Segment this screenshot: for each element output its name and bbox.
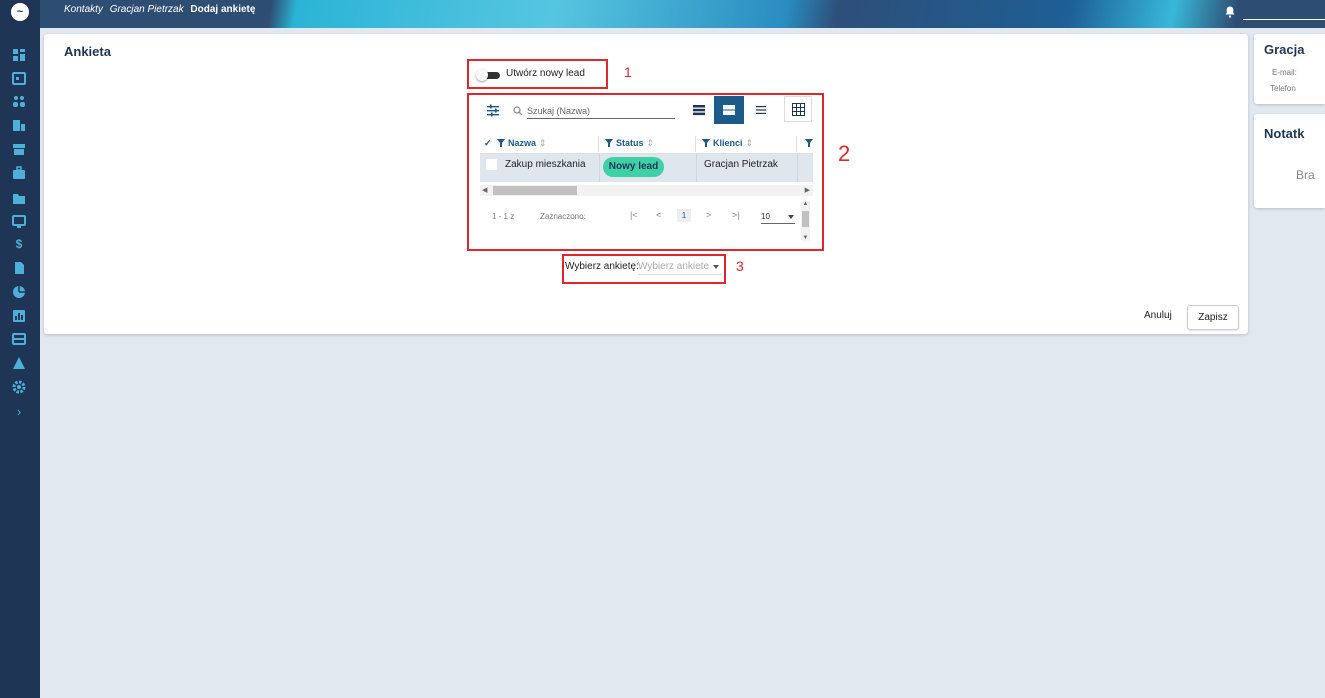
bar-chart-icon[interactable] <box>12 309 26 323</box>
cancel-button[interactable]: Anuluj <box>1144 310 1172 321</box>
column-header-klienci[interactable]: Klienci ⇕ <box>696 134 797 154</box>
dashboard-icon[interactable] <box>12 48 26 62</box>
folder-icon[interactable] <box>12 191 26 205</box>
column-filter-icon[interactable] <box>497 135 505 147</box>
table-header: ✓ Nazwa ⇕ Status ⇕ Klienci ⇕ <box>480 134 813 154</box>
horizontal-scrollbar[interactable]: ◀ ▶ <box>480 185 813 196</box>
survey-select-label: Wybierz ankietę: <box>565 261 639 272</box>
pagination: 1 - 1 z Zaznaczono: |< < 1 > >| 10 <box>480 206 800 230</box>
column-label-klienci: Klienci <box>713 138 743 148</box>
column-label-nazwa: Nazwa <box>508 138 537 148</box>
card-title: Ankieta <box>64 44 111 59</box>
breadcrumb-contacts[interactable]: Kontakty <box>64 4 103 15</box>
breadcrumb-current: Dodaj ankietę <box>190 4 256 15</box>
scroll-down-icon[interactable]: ▼ <box>801 235 810 241</box>
scroll-left-icon[interactable]: ◀ <box>482 185 487 196</box>
calendar-icon[interactable] <box>12 71 26 85</box>
column-header-more[interactable] <box>805 134 813 154</box>
briefcase-icon[interactable] <box>12 166 26 180</box>
select-all-check-icon[interactable]: ✓ <box>484 134 496 154</box>
dollar-icon[interactable]: $ <box>12 237 26 251</box>
pagination-count: 1 - 1 z <box>492 212 515 221</box>
store-icon[interactable] <box>12 142 26 156</box>
warning-icon[interactable] <box>12 356 26 370</box>
density-comfortable-button[interactable] <box>746 96 776 124</box>
column-header-nazwa[interactable]: Nazwa ⇕ <box>497 134 599 154</box>
notes-panel: Notatk Bra <box>1254 114 1325 208</box>
top-search-field[interactable] <box>1243 4 1325 20</box>
document-icon[interactable] <box>12 261 26 275</box>
column-header-status[interactable]: Status ⇕ <box>599 134 696 154</box>
page-size-value: 10 <box>761 212 770 221</box>
save-button[interactable]: Zapisz <box>1187 305 1239 330</box>
chevron-down-icon[interactable] <box>713 265 719 269</box>
company-icon[interactable] <box>12 118 26 132</box>
breadcrumb: Kontakty Gracjan Pietrzak Dodaj ankietę <box>64 4 259 15</box>
column-filter-icon[interactable] <box>805 135 813 147</box>
grid-view-button[interactable] <box>784 96 812 122</box>
sidebar: ~ $ › <box>0 0 40 698</box>
density-compact-button[interactable] <box>684 96 714 124</box>
monitor-icon[interactable] <box>12 214 26 228</box>
status-badge: Nowy lead <box>603 157 664 177</box>
grid-search-input[interactable] <box>527 101 675 119</box>
settings-gear-icon[interactable] <box>12 380 26 394</box>
sort-icon[interactable]: ⇕ <box>746 138 754 148</box>
column-filter-icon[interactable] <box>702 135 710 147</box>
create-lead-toggle[interactable] <box>476 69 500 81</box>
pie-chart-icon[interactable] <box>12 285 26 299</box>
last-page-icon[interactable]: >| <box>732 210 740 220</box>
page-size-select[interactable]: 10 <box>761 212 795 224</box>
sort-icon[interactable]: ⇕ <box>647 138 655 148</box>
notes-empty-text: Bra <box>1296 168 1315 182</box>
cell-klienci: Gracjan Pietrzak <box>704 159 778 170</box>
pagination-selected: Zaznaczono: <box>540 212 586 221</box>
scroll-up-icon[interactable]: ▲ <box>801 201 810 207</box>
contact-email-label: E-mail: <box>1272 68 1297 77</box>
expand-sidebar-icon[interactable]: › <box>12 405 26 419</box>
contacts-icon[interactable] <box>12 94 26 108</box>
survey-select[interactable]: Wybierz ankiete <box>638 261 709 272</box>
cell-nazwa: Zakup mieszkania <box>505 159 586 170</box>
chevron-down-icon <box>788 215 794 219</box>
density-standard-button[interactable] <box>714 96 744 124</box>
toggle-thumb <box>476 69 488 81</box>
survey-card: Ankieta 1 Utwórz nowy lead 2 ✓ Nazwa⇕ St… <box>44 34 1248 334</box>
horizontal-scroll-thumb[interactable] <box>493 186 577 195</box>
annotation-number-1: 1 <box>624 64 632 80</box>
vertical-scrollbar[interactable]: ▲ ▼ <box>801 201 810 241</box>
contact-panel: Gracja E-mail: Telefon <box>1254 34 1325 104</box>
top-bar: Kontakty Gracjan Pietrzak Dodaj ankietę <box>40 0 1325 28</box>
app-logo-icon[interactable]: ~ <box>11 3 29 21</box>
current-page[interactable]: 1 <box>677 209 691 222</box>
annotation-number-3: 3 <box>736 258 744 274</box>
bell-icon[interactable] <box>1225 5 1235 18</box>
column-label-status: Status <box>616 138 644 148</box>
first-page-icon[interactable]: |< <box>630 210 638 220</box>
contact-phone-label: Telefon <box>1270 84 1296 93</box>
contact-panel-title: Gracja <box>1264 42 1305 57</box>
annotation-number-2: 2 <box>838 141 851 166</box>
create-lead-label: Utwórz nowy lead <box>506 68 585 79</box>
scroll-right-icon[interactable]: ▶ <box>805 185 810 196</box>
vertical-scroll-thumb[interactable] <box>802 211 809 227</box>
search-icon <box>513 103 523 116</box>
card-icon[interactable] <box>12 332 26 346</box>
filter-settings-icon[interactable] <box>486 103 500 117</box>
column-filter-icon[interactable] <box>605 135 613 147</box>
sort-icon[interactable]: ⇕ <box>539 138 547 148</box>
next-page-icon[interactable]: > <box>706 210 711 220</box>
prev-page-icon[interactable]: < <box>656 210 661 220</box>
row-checkbox[interactable] <box>486 159 497 170</box>
breadcrumb-contact-name[interactable]: Gracjan Pietrzak <box>110 4 184 15</box>
notes-panel-title: Notatk <box>1264 126 1305 141</box>
